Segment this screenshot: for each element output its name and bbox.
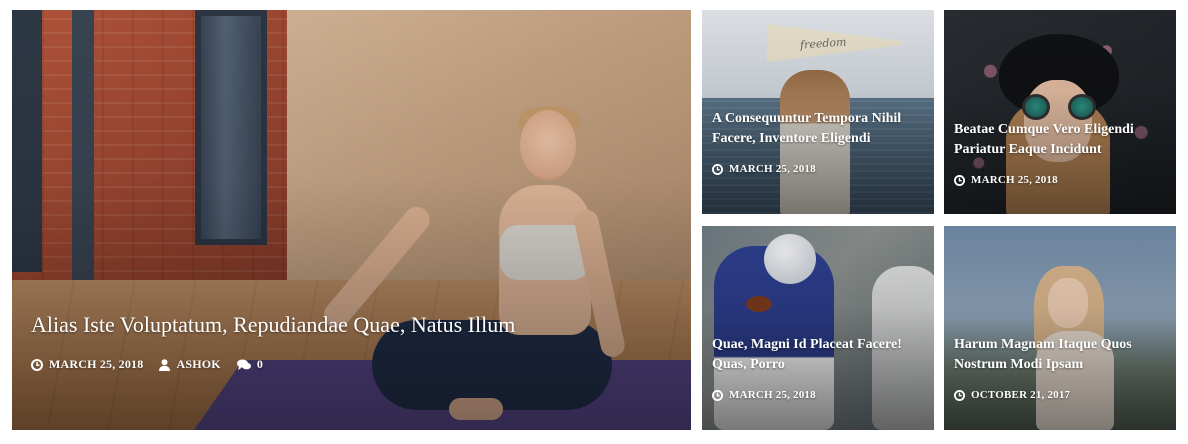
post-date-text: MARCH 25, 2018 [729,163,816,175]
clock-icon [954,174,965,186]
featured-post-card[interactable]: Alias Iste Voluptatum, Repudiandae Quae,… [12,10,691,430]
post-date[interactable]: MARCH 25, 2018 [712,389,816,401]
post-card[interactable]: Harum Magnam Itaque Quos Nostrum Modi Ip… [944,226,1176,430]
post-caption: Beatae Cumque Vero Eligendi Pariatur Eaq… [954,120,1166,186]
post-meta: MARCH 25, 2018 [954,174,1166,186]
clock-icon [712,389,723,401]
post-caption: Harum Magnam Itaque Quos Nostrum Modi Ip… [954,335,1166,401]
post-meta: MARCH 25, 2018 ASHOK 0 [31,357,691,372]
post-date-text: MARCH 25, 2018 [971,174,1058,186]
clock-icon [954,389,965,401]
post-date[interactable]: OCTOBER 21, 2017 [954,389,1070,401]
post-date-text: MARCH 25, 2018 [49,357,144,371]
post-meta: OCTOBER 21, 2017 [954,389,1166,401]
post-caption: A Consequuntur Tempora Nihil Facere, Inv… [712,109,924,175]
post-date[interactable]: MARCH 25, 2018 [712,163,816,175]
post-comments[interactable]: 0 [236,357,264,372]
post-card[interactable]: freedom A Consequuntur Tempora Nihil Fac… [702,10,934,214]
post-meta: MARCH 25, 2018 [712,163,924,175]
post-author-text: ASHOK [176,357,221,371]
comments-icon [236,359,251,370]
post-card[interactable]: Beatae Cumque Vero Eligendi Pariatur Eaq… [944,10,1176,214]
post-date[interactable]: MARCH 25, 2018 [31,357,143,372]
clock-icon [31,358,43,371]
post-title[interactable]: Beatae Cumque Vero Eligendi Pariatur Eaq… [954,120,1166,160]
post-date[interactable]: MARCH 25, 2018 [954,174,1058,186]
clock-icon [712,163,723,175]
user-icon [159,358,171,371]
post-title[interactable]: Alias Iste Voluptatum, Repudiandae Quae,… [31,310,691,340]
post-caption: Quae, Magni Id Placeat Facere! Quas, Por… [712,335,924,401]
post-caption: Alias Iste Voluptatum, Repudiandae Quae,… [31,310,691,372]
post-meta: MARCH 25, 2018 [712,389,924,401]
post-comments-count: 0 [256,357,264,371]
post-date-text: MARCH 25, 2018 [729,389,816,401]
post-title[interactable]: Quae, Magni Id Placeat Facere! Quas, Por… [712,335,924,375]
post-title[interactable]: A Consequuntur Tempora Nihil Facere, Inv… [712,109,924,149]
post-author[interactable]: ASHOK [159,357,221,372]
post-date-text: OCTOBER 21, 2017 [971,389,1071,401]
post-card[interactable]: Quae, Magni Id Placeat Facere! Quas, Por… [702,226,934,430]
post-title[interactable]: Harum Magnam Itaque Quos Nostrum Modi Ip… [954,335,1166,375]
